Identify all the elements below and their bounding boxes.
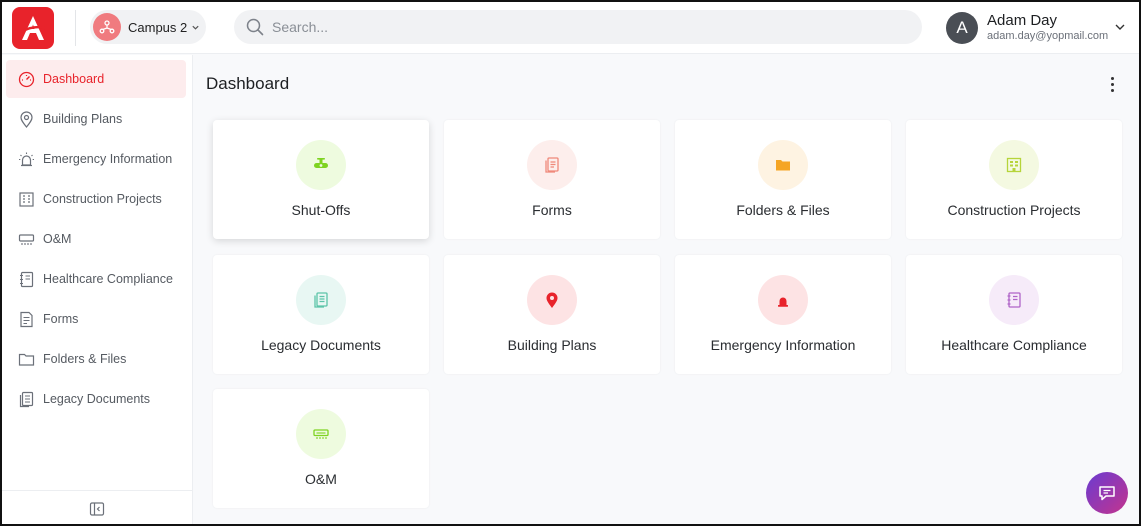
card-legacy-documents[interactable]: Legacy Documents: [213, 255, 429, 374]
chevron-down-icon: [1115, 24, 1125, 30]
top-header: Campus 2 A Adam Day adam.day@yopmail.com: [2, 2, 1139, 54]
sidebar-item-label: Dashboard: [43, 72, 105, 86]
user-name: Adam Day: [987, 12, 1058, 29]
sidebar-item-label: Legacy Documents: [43, 392, 151, 406]
sidebar: Dashboard Building Plans Emergency Infor…: [2, 55, 193, 524]
sidebar-item-label: Forms: [43, 312, 79, 326]
sidebar-item-label: Folders & Files: [43, 352, 127, 366]
sidebar-item-label: Emergency Information: [43, 152, 173, 166]
card-icon-circle: [989, 140, 1039, 190]
chat-support-button[interactable]: [1086, 472, 1128, 514]
folder-icon: [18, 351, 35, 368]
card-om[interactable]: O&M: [213, 389, 429, 508]
page-title: Dashboard: [206, 74, 290, 93]
user-email: adam.day@yopmail.com: [987, 30, 1109, 42]
card-icon-circle: [758, 275, 808, 325]
card-icon-circle: [989, 275, 1039, 325]
user-info: Adam Day adam.day@yopmail.com: [987, 12, 1108, 44]
header-divider: [75, 10, 76, 46]
campus-network-icon: [99, 20, 115, 34]
card-emergency-information[interactable]: Emergency Information: [675, 255, 891, 374]
card-label: Shut-Offs: [291, 202, 351, 218]
sidebar-item-om[interactable]: O&M: [6, 220, 186, 258]
card-icon-circle: [527, 275, 577, 325]
sidebar-item-forms[interactable]: Forms: [6, 300, 186, 338]
sidebar-item-label: Construction Projects: [43, 192, 162, 206]
card-label: Healthcare Compliance: [941, 337, 1087, 353]
card-forms[interactable]: Forms: [444, 120, 660, 239]
sidebar-item-building-plans[interactable]: Building Plans: [6, 100, 186, 138]
logo-a-icon: [20, 16, 46, 40]
alarm-light-icon: [778, 297, 788, 307]
sidebar-item-emergency-information[interactable]: Emergency Information: [6, 140, 186, 178]
sidebar-item-label: Healthcare Compliance: [43, 272, 173, 286]
sidebar-item-dashboard[interactable]: Dashboard: [6, 60, 186, 98]
card-label: Legacy Documents: [261, 337, 381, 353]
search-icon: [246, 18, 264, 36]
card-label: Forms: [532, 202, 572, 218]
documents-icon: [314, 292, 328, 308]
sidebar-item-label: Building Plans: [43, 112, 123, 126]
sidebar-item-healthcare-compliance[interactable]: Healthcare Compliance: [6, 260, 186, 298]
card-construction-projects[interactable]: Construction Projects: [906, 120, 1122, 239]
valve-icon: [314, 158, 328, 168]
card-label: Construction Projects: [947, 202, 1081, 218]
card-healthcare-compliance[interactable]: Healthcare Compliance: [906, 255, 1122, 374]
dashboard-gauge-icon: [18, 71, 35, 88]
card-icon-circle: [758, 140, 808, 190]
search-bar[interactable]: [234, 10, 922, 44]
map-pin-icon: [546, 292, 558, 308]
chat-icon: [1099, 486, 1115, 501]
card-icon-circle: [296, 140, 346, 190]
user-menu[interactable]: A Adam Day adam.day@yopmail.com: [946, 9, 1132, 47]
campus-name: Campus 2: [128, 19, 188, 35]
card-label: Emergency Information: [710, 337, 856, 353]
campus-selector[interactable]: Campus 2: [90, 10, 206, 44]
card-folders-files[interactable]: Folders & Files: [675, 120, 891, 239]
sidebar-collapse-button[interactable]: [2, 490, 192, 524]
sidebar-item-legacy-documents[interactable]: Legacy Documents: [6, 380, 186, 418]
card-label: Folders & Files: [736, 202, 830, 218]
search-input[interactable]: [272, 19, 872, 35]
collapse-sidebar-icon: [89, 501, 105, 516]
documents-icon: [18, 391, 35, 408]
air-conditioner-icon: [18, 231, 35, 248]
folder-icon: [776, 160, 790, 171]
building-icon: [1006, 157, 1022, 173]
card-icon-circle: [527, 140, 577, 190]
building-icon: [18, 191, 35, 208]
air-conditioner-icon: [313, 429, 329, 439]
form-document-icon: [545, 157, 559, 173]
card-label: Building Plans: [507, 337, 597, 353]
campus-avatar: [93, 13, 121, 41]
app-window: Campus 2 A Adam Day adam.day@yopmail.com: [0, 0, 1141, 526]
notebook-icon: [18, 271, 35, 288]
app-logo[interactable]: [12, 7, 54, 49]
card-icon-circle: [296, 409, 346, 459]
sidebar-item-construction-projects[interactable]: Construction Projects: [6, 180, 186, 218]
more-options-icon[interactable]: [1102, 74, 1122, 94]
notebook-icon: [1007, 292, 1021, 308]
chevron-down-icon: [192, 25, 199, 30]
sidebar-item-label: O&M: [43, 232, 72, 246]
alarm-light-icon: [18, 151, 35, 168]
card-building-plans[interactable]: Building Plans: [444, 255, 660, 374]
form-document-icon: [18, 311, 35, 328]
card-label: O&M: [305, 471, 337, 487]
sidebar-item-folders-files[interactable]: Folders & Files: [6, 340, 186, 378]
card-shut-offs[interactable]: Shut-Offs: [213, 120, 429, 239]
card-icon-circle: [296, 275, 346, 325]
map-pin-icon: [18, 110, 35, 128]
avatar: A: [946, 12, 978, 44]
